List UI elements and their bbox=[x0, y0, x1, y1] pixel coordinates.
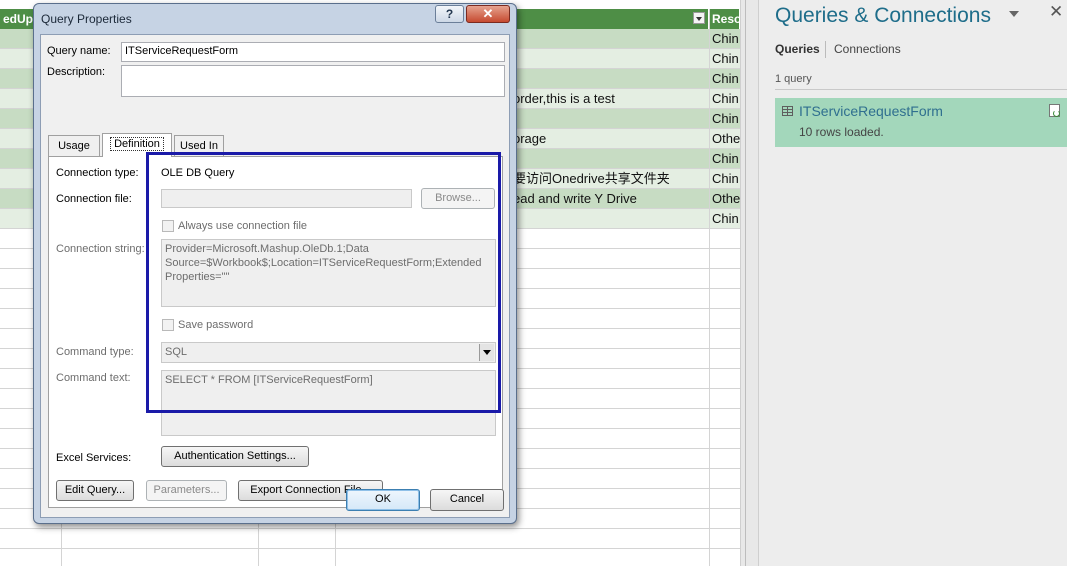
empty-row[interactable] bbox=[0, 529, 740, 549]
ok-button[interactable]: OK bbox=[346, 489, 420, 511]
query-name-input[interactable]: ITServiceRequestForm bbox=[121, 42, 505, 62]
always-use-checkbox[interactable] bbox=[162, 220, 174, 232]
tab-queries[interactable]: Queries bbox=[775, 42, 820, 56]
close-icon[interactable]: ✕ bbox=[1049, 2, 1063, 22]
command-type-select[interactable]: SQL bbox=[161, 342, 496, 363]
table-icon bbox=[782, 106, 793, 116]
cell-description[interactable]: orage bbox=[513, 129, 546, 149]
cell-resource[interactable]: Chin bbox=[712, 29, 739, 49]
tab-strip: Usage Definition Used In bbox=[48, 133, 508, 157]
excel-services-label: Excel Services: bbox=[56, 452, 132, 464]
cell-resource[interactable]: Chin bbox=[712, 169, 739, 189]
cell-resource[interactable]: Chin bbox=[712, 149, 739, 169]
sheet-scrollbar[interactable] bbox=[740, 0, 758, 566]
tab-definition-label: Definition bbox=[110, 137, 164, 151]
connection-string-label: Connection string: bbox=[56, 243, 145, 255]
cell-resource[interactable]: Chin bbox=[712, 209, 739, 229]
query-item[interactable]: ITServiceRequestForm 10 rows loaded. bbox=[775, 98, 1067, 147]
connection-type-value: OLE DB Query bbox=[161, 167, 235, 179]
cell-resource[interactable]: Chin bbox=[712, 89, 739, 109]
chevron-down-icon[interactable] bbox=[479, 344, 494, 361]
queries-connections-pane: Queries & Connections ✕ Queries Connecti… bbox=[758, 0, 1067, 566]
connection-type-label: Connection type: bbox=[56, 167, 139, 179]
browse-button[interactable]: Browse... bbox=[421, 188, 495, 209]
query-name-label: Query name: bbox=[47, 45, 111, 57]
grid-line bbox=[709, 9, 710, 566]
edit-query-button[interactable]: Edit Query... bbox=[56, 480, 134, 501]
dialog-title: Query Properties bbox=[41, 12, 132, 26]
description-input[interactable] bbox=[121, 65, 505, 97]
cancel-button[interactable]: Cancel bbox=[430, 489, 504, 511]
help-button[interactable]: ? bbox=[435, 5, 464, 23]
query-properties-dialog: Query Properties ? ✕ Query name: ITServi… bbox=[33, 3, 517, 524]
divider bbox=[775, 89, 1067, 90]
description-label: Description: bbox=[47, 66, 106, 78]
cell-resource[interactable]: Chin bbox=[712, 109, 739, 129]
tab-connections[interactable]: Connections bbox=[834, 42, 901, 56]
command-text-input[interactable]: SELECT * FROM [ITServiceRequestForm] bbox=[161, 370, 496, 436]
tab-definition[interactable]: Definition bbox=[102, 133, 172, 157]
cell-description[interactable]: ead and write Y Drive bbox=[513, 189, 637, 209]
authentication-settings-button[interactable]: Authentication Settings... bbox=[161, 446, 309, 467]
connection-file-input[interactable] bbox=[161, 189, 412, 208]
command-type-label: Command type: bbox=[56, 346, 134, 358]
parameters-button[interactable]: Parameters... bbox=[146, 480, 227, 501]
close-button[interactable]: ✕ bbox=[466, 5, 510, 23]
connection-string-input[interactable]: Provider=Microsoft.Mashup.OleDb.1;Data S… bbox=[161, 239, 496, 307]
query-name: ITServiceRequestForm bbox=[799, 103, 943, 119]
query-status: 10 rows loaded. bbox=[799, 125, 884, 139]
empty-row[interactable] bbox=[0, 549, 740, 566]
dialog-body: Query name: ITServiceRequestForm Descrip… bbox=[40, 34, 510, 518]
cell-resource[interactable]: Othe bbox=[712, 189, 740, 209]
cell-resource[interactable]: Chin bbox=[712, 69, 739, 89]
tab-used-in[interactable]: Used In bbox=[174, 135, 224, 156]
tab-usage[interactable]: Usage bbox=[48, 135, 100, 156]
cell-description[interactable]: order,this is a test bbox=[513, 89, 615, 109]
command-type-value: SQL bbox=[165, 346, 188, 358]
query-count: 1 query bbox=[775, 73, 812, 85]
cell-resource[interactable]: Chin bbox=[712, 49, 739, 69]
command-text-label: Command text: bbox=[56, 372, 131, 384]
definition-panel: Connection type: OLE DB Query Connection… bbox=[48, 156, 503, 508]
column-header[interactable]: Reso bbox=[709, 9, 740, 29]
connection-file-label: Connection file: bbox=[56, 193, 132, 205]
filter-dropdown-icon[interactable] bbox=[693, 12, 705, 24]
pane-title: Queries & Connections bbox=[775, 4, 991, 27]
chevron-down-icon[interactable] bbox=[1007, 8, 1021, 22]
cell-resource[interactable]: Othe bbox=[712, 129, 740, 149]
tab-separator bbox=[825, 41, 826, 58]
save-password-label: Save password bbox=[178, 319, 254, 331]
always-use-label: Always use connection file bbox=[178, 220, 308, 232]
cell-description[interactable]: 要访问Onedrive共享文件夹 bbox=[513, 169, 670, 189]
refresh-icon[interactable] bbox=[1049, 104, 1060, 117]
save-password-checkbox[interactable] bbox=[162, 319, 174, 331]
